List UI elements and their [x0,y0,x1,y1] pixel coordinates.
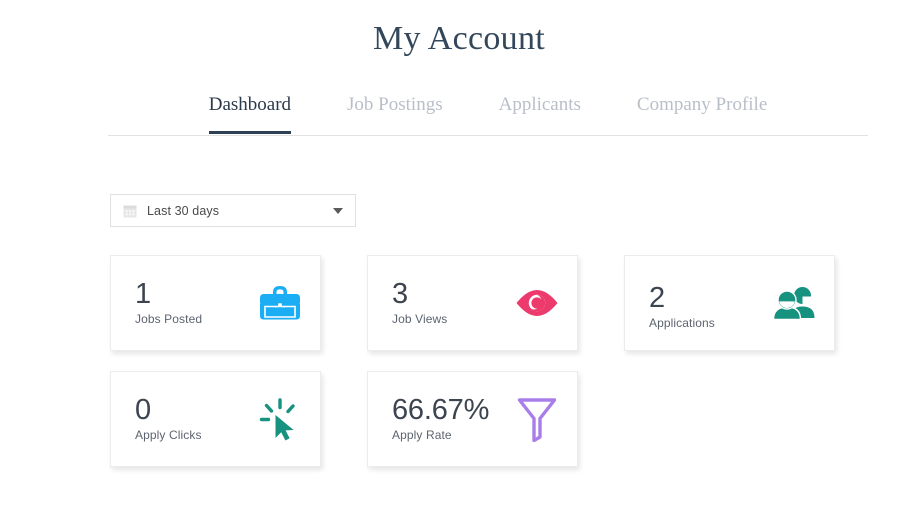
briefcase-icon [256,279,304,327]
stat-card-jobs-posted[interactable]: 1 Jobs Posted [110,255,321,351]
chevron-down-icon [333,207,343,214]
date-range-dropdown[interactable]: Last 30 days [110,194,356,227]
calendar-icon [123,204,137,218]
stat-card-text: 66.67% Apply Rate [392,395,489,443]
people-icon [770,279,818,327]
cursor-click-icon [256,395,304,443]
funnel-icon [513,395,561,443]
stats-grid: 1 Jobs Posted 3 Job Views 2 Applications… [110,255,870,487]
tab-job-postings-label: Job Postings [347,94,443,115]
stat-card-text: 0 Apply Clicks [135,395,202,443]
stat-value: 2 [649,282,665,314]
stat-label: Jobs Posted [135,312,203,326]
stat-card-applications[interactable]: 2 Applications [624,255,835,351]
stat-value: 66.67% [392,394,490,426]
tab-company-profile-label: Company Profile [636,94,768,115]
stat-value: 1 [135,278,151,310]
stat-card-text: 2 Applications [649,275,715,331]
tab-applicants-label: Applicants [498,94,581,115]
stat-label: Apply Clicks [135,428,202,442]
tab-job-postings[interactable]: Job Postings [319,88,471,122]
stat-label: Applications [649,316,715,330]
stat-label: Job Views [392,312,448,326]
tab-bar: Dashboard Job Postings Applicants Compan… [108,88,868,136]
stat-label: Apply Rate [392,428,452,442]
stat-card-job-views[interactable]: 3 Job Views [367,255,578,351]
tab-applicants[interactable]: Applicants [471,88,609,122]
dashboard-page: My Account Dashboard Job Postings Applic… [0,0,918,524]
stat-card-text: 3 Job Views [392,279,447,327]
stats-row-2: 0 Apply Clicks 66.67% Apply Rate [110,371,870,467]
tab-dashboard-label: Dashboard [208,94,292,115]
stats-row-1: 1 Jobs Posted 3 Job Views 2 Applications [110,255,870,351]
eye-icon [513,279,561,327]
tab-dashboard[interactable]: Dashboard [181,88,319,134]
stat-value: 3 [392,278,408,310]
stat-card-apply-clicks[interactable]: 0 Apply Clicks [110,371,321,467]
page-title: My Account [372,20,546,57]
stat-card-text: 1 Jobs Posted [135,279,202,327]
date-range-value: Last 30 days [147,203,220,218]
stat-card-apply-rate[interactable]: 66.67% Apply Rate [367,371,578,467]
stat-value: 0 [135,394,151,426]
tab-company-profile[interactable]: Company Profile [609,88,795,122]
